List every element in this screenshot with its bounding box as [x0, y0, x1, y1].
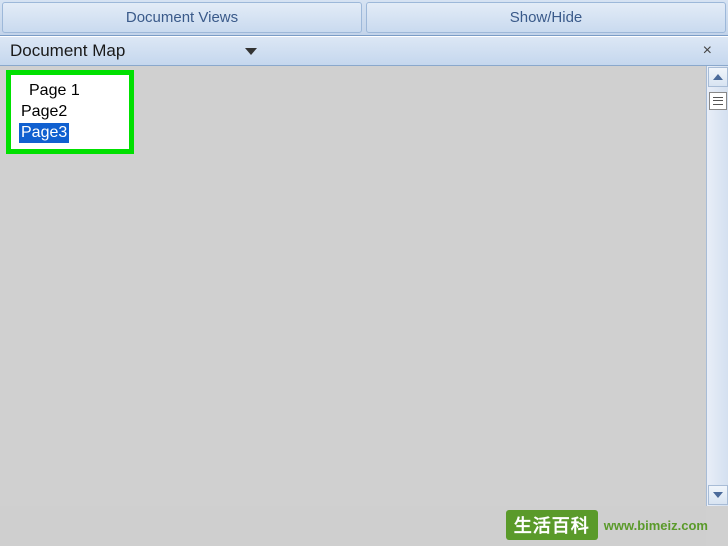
workspace: Page 1 Page2 Page3 生活百科 www.bimeiz.com	[0, 66, 728, 546]
document-map-pane-header: Document Map ×	[0, 36, 728, 66]
docmap-item-page1[interactable]: Page 1	[19, 81, 121, 102]
dropdown-arrow-icon[interactable]	[245, 48, 257, 55]
docmap-item-label: Page 1	[29, 82, 80, 99]
view-mode-button[interactable]	[709, 92, 727, 110]
chevron-down-icon	[713, 492, 723, 498]
ribbon-group-show-hide[interactable]: Show/Hide	[366, 2, 726, 33]
scroll-up-button[interactable]	[708, 67, 728, 87]
ribbon-group-label: Show/Hide	[510, 9, 583, 26]
ribbon-group-document-views[interactable]: Document Views	[2, 2, 362, 33]
scroll-down-button[interactable]	[708, 485, 728, 505]
ribbon-bar: Document Views Show/Hide	[0, 0, 728, 36]
watermark-logo: 生活百科	[506, 510, 598, 540]
ribbon-group-label: Document Views	[126, 9, 238, 26]
pane-title: Document Map	[10, 41, 125, 61]
watermark: 生活百科 www.bimeiz.com	[506, 510, 708, 540]
close-button[interactable]: ×	[697, 42, 718, 60]
docmap-item-label: Page2	[21, 103, 67, 120]
vertical-scrollbar[interactable]	[706, 66, 728, 506]
document-map-list: Page 1 Page2 Page3	[6, 70, 134, 154]
chevron-up-icon	[713, 74, 723, 80]
watermark-url: www.bimeiz.com	[604, 518, 708, 533]
docmap-item-page3[interactable]: Page3	[19, 123, 121, 144]
docmap-item-page2[interactable]: Page2	[19, 102, 121, 123]
docmap-item-label: Page3	[19, 123, 69, 144]
